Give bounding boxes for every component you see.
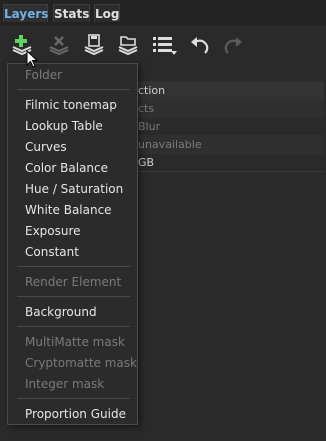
toolbar <box>0 26 326 64</box>
list-options-button[interactable] <box>150 32 180 58</box>
tab-layers[interactable]: Layers <box>3 4 48 22</box>
delete-layer-icon <box>49 36 69 56</box>
menu-separator <box>17 266 130 267</box>
menu-item-color-balance[interactable]: Color Balance <box>8 158 137 178</box>
undo-button[interactable] <box>185 32 215 58</box>
menu-separator <box>17 398 130 399</box>
redo-icon <box>224 37 242 54</box>
menu-item-exposure[interactable]: Exposure <box>8 221 137 241</box>
menu-item-background[interactable]: Background <box>8 302 137 322</box>
menu-item-multimatte-mask[interactable]: MultiMatte mask <box>8 332 137 352</box>
tab-log[interactable]: Log <box>94 4 120 22</box>
menu-separator <box>17 296 130 297</box>
menu-item-filmic-tonemap[interactable]: Filmic tonemap <box>8 95 137 115</box>
tab-bar: Layers Stats Log <box>0 0 326 26</box>
menu-item-lookup-table[interactable]: Lookup Table <box>8 116 137 136</box>
save-layer-icon <box>84 34 104 56</box>
menu-separator <box>17 89 130 90</box>
menu-item-integer-mask[interactable]: Integer mask <box>8 374 137 394</box>
menu-separator <box>17 326 130 327</box>
menu-item-render-element[interactable]: Render Element <box>8 272 137 292</box>
open-layer-button[interactable] <box>113 32 143 58</box>
tab-stats[interactable]: Stats <box>53 4 90 22</box>
mouse-cursor-icon <box>26 50 39 68</box>
add-layer-menu: Folder Filmic tonemap Lookup Table Curve… <box>7 63 138 425</box>
menu-item-white-balance[interactable]: White Balance <box>8 200 137 220</box>
delete-layer-button[interactable] <box>44 32 74 58</box>
undo-icon <box>191 37 209 54</box>
open-layer-icon <box>118 36 138 56</box>
list-options-icon <box>153 37 177 55</box>
save-layer-button[interactable] <box>79 32 109 58</box>
redo-button[interactable] <box>218 32 248 58</box>
menu-item-hue-saturation[interactable]: Hue / Saturation <box>8 179 137 199</box>
menu-item-constant[interactable]: Constant <box>8 242 137 262</box>
menu-item-cryptomatte-mask[interactable]: Cryptomatte mask <box>8 353 137 373</box>
menu-item-curves[interactable]: Curves <box>8 137 137 157</box>
menu-item-proportion-guide[interactable]: Proportion Guide <box>8 404 137 424</box>
